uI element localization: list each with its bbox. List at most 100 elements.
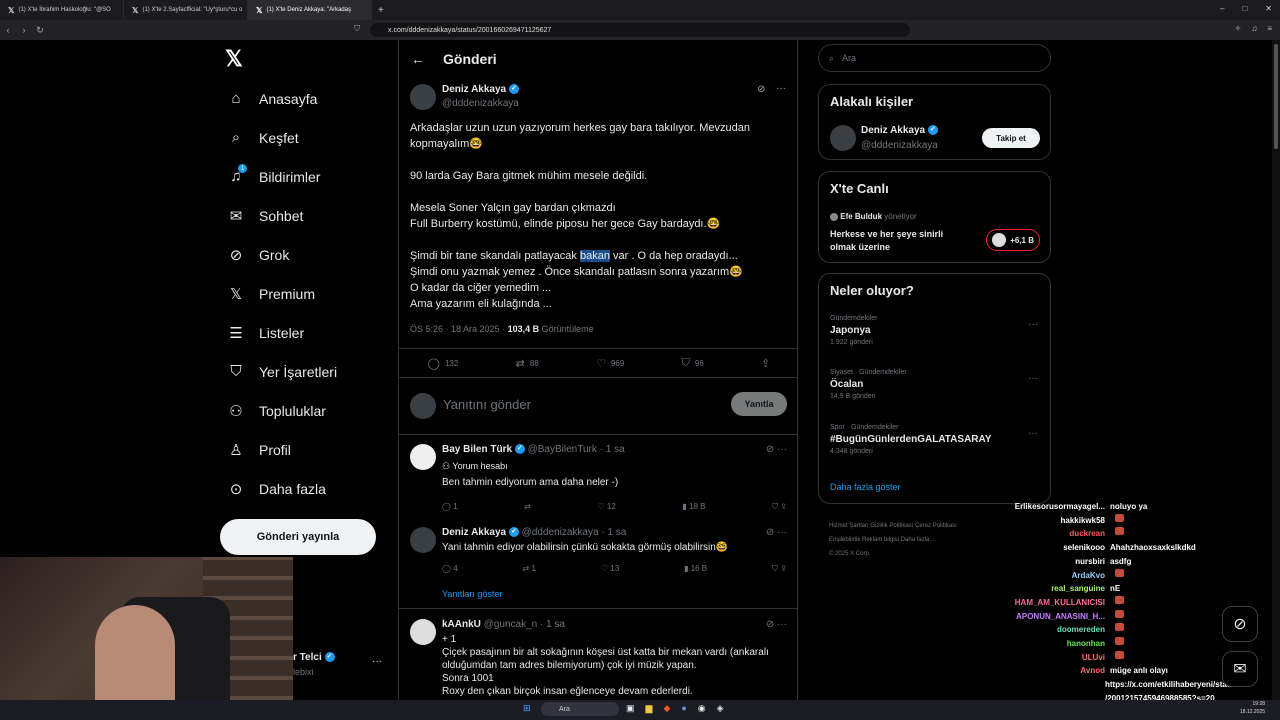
tweet-handle[interactable]: @dddenizakkaya	[442, 98, 519, 109]
reply-author[interactable]: Bay Bilen Türk ✓ @BayBilenTurk · 1 sa	[442, 444, 625, 455]
reply-input[interactable]: Yanıtını gönder	[443, 397, 531, 412]
comment-icon[interactable]: ◯ 4	[442, 564, 458, 574]
share-button[interactable]: ⇪	[761, 357, 770, 370]
show-replies-link[interactable]: Yanıtları göster	[442, 589, 502, 599]
mail-icon[interactable]: ✉	[1222, 651, 1258, 687]
avatar[interactable]	[830, 125, 856, 151]
reply-author[interactable]: Deniz Akkaya ✓ @dddenizakkaya · 1 sa	[442, 527, 626, 538]
like-button[interactable]: ♡ 969	[596, 357, 624, 370]
url-bar[interactable]: x.com/dddenizakkaya/status/2001660269471…	[370, 23, 910, 37]
bookmark-page-icon[interactable]: ⛉	[354, 24, 360, 34]
avatar[interactable]	[410, 84, 436, 110]
reply-tweet[interactable]: Bay Bilen Türk ✓ @BayBilenTurk · 1 sa ⊘ …	[399, 444, 797, 524]
sidebar-item-more[interactable]: ⊙ Daha fazla	[227, 480, 326, 498]
tweet-author[interactable]: Deniz Akkaya ✓	[442, 84, 519, 95]
app-icon[interactable]: ▣	[626, 703, 635, 714]
grok-icon[interactable]: ⊘	[757, 84, 765, 95]
heart-icon[interactable]: ♡ 12	[598, 502, 616, 512]
sidebar-item-grok[interactable]: ⊘ Grok	[227, 246, 290, 264]
views-icon[interactable]: ▮ 18 B	[682, 502, 705, 512]
reply-composer: Yanıtını gönder Yanıtla	[399, 380, 797, 435]
grok-icon[interactable]: ⊘	[1222, 606, 1258, 642]
more-options-icon[interactable]: ···	[372, 656, 382, 667]
x-logo-icon[interactable]: 𝕏	[225, 46, 243, 72]
puzzle-icon[interactable]: ✧	[1235, 24, 1242, 33]
sidebar-item-home[interactable]: ⌂ Anasayfa	[227, 90, 317, 107]
menu-icon[interactable]: ≡	[1267, 24, 1272, 33]
minimize-icon[interactable]: –	[1220, 4, 1224, 13]
live-listeners[interactable]: +6,1 B	[986, 229, 1040, 251]
new-tab-button[interactable]: +	[372, 5, 390, 16]
retweet-icon[interactable]: ⇄	[524, 502, 531, 512]
avatar[interactable]	[410, 527, 436, 553]
sidebar-item-profile[interactable]: ♙ Profil	[227, 441, 291, 459]
reply-button[interactable]: ◯ 132	[428, 357, 459, 370]
trend-item[interactable]: Siyaset · Gündemdekiler Öcalan 14,9 B gönd…	[830, 369, 1040, 400]
retweet-icon[interactable]: ⇄ 1	[523, 564, 536, 574]
music-icon[interactable]: ♫	[1251, 24, 1257, 33]
avatar[interactable]	[410, 444, 436, 470]
bookmark-icon[interactable]: ⛉ ⇪	[772, 564, 787, 574]
windows-icon[interactable]: ⊞	[523, 703, 531, 714]
back-icon[interactable]: ‹	[0, 25, 16, 35]
reload-icon[interactable]: ↻	[32, 25, 48, 36]
browser-icon[interactable]: ◆	[663, 703, 670, 714]
sidebar-item-explore[interactable]: ⌕ Keşfet	[227, 129, 299, 146]
reply-submit-button[interactable]: Yanıtla	[731, 392, 787, 416]
views-icon[interactable]: ▮ 16 B	[684, 564, 707, 574]
tweet-body: Arkadaşlar uzun uzun yazıyorum herkes ga…	[410, 120, 790, 328]
maximize-icon[interactable]: □	[1242, 4, 1247, 13]
sidebar-item-bookmarks[interactable]: ⛉ Yer İşaretleri	[227, 363, 337, 380]
follow-button[interactable]: Takip et	[982, 128, 1040, 148]
sidebar-item-notifications[interactable]: ♫ 1 Bildirimler	[227, 164, 320, 185]
comment-icon[interactable]: ◯ 1	[442, 502, 458, 512]
trend-item[interactable]: Spor · Gündemdekiler #BugünGünlerdenGALAT…	[830, 424, 1040, 455]
live-host[interactable]: Efe Bulduk yönetiyor	[830, 212, 917, 221]
chat-username: doomereden	[1056, 625, 1105, 635]
sidebar-item-lists[interactable]: ☰ Listeler	[227, 324, 304, 342]
emote-icon	[1115, 623, 1124, 632]
discord-icon[interactable]: ●	[681, 703, 686, 714]
folder-icon[interactable]: ▆	[646, 703, 653, 714]
avatar[interactable]	[410, 619, 436, 645]
close-icon[interactable]: ✕	[1265, 4, 1272, 13]
account-name[interactable]: r Telci ✓	[293, 652, 335, 663]
steam-icon[interactable]: ◉	[698, 703, 706, 714]
back-arrow-icon[interactable]: ←	[411, 51, 425, 67]
browser-tab-3[interactable]: 𝕏 (1) X'te Deniz Akkaya: "Arkadaş	[248, 0, 372, 20]
taskbar-search[interactable]: Ara	[541, 702, 619, 716]
live-topic[interactable]: Herkese ve her şeye sinirli olmak üzerin…	[830, 228, 970, 254]
more-options-icon[interactable]: ⊘ ···	[766, 527, 787, 538]
scrollbar-thumb[interactable]	[1274, 44, 1278, 149]
more-options-icon[interactable]: ···	[1028, 373, 1038, 384]
reply-author[interactable]: kAAnkU @guncak_n · 1 sa	[442, 619, 565, 630]
heart-icon: ♡	[596, 357, 606, 370]
bookmark-icon[interactable]: ⛉ ⇪	[772, 502, 787, 512]
browser-tab-1[interactable]: 𝕏 (1) X'te İbrahim Haskoloğlu: "@SO	[0, 0, 124, 20]
forward-icon[interactable]: ›	[16, 25, 32, 35]
post-button[interactable]: Gönderi yayınla	[220, 519, 376, 555]
retweet-button[interactable]: ⇄ 88	[516, 357, 539, 370]
page-title: Gönderi	[443, 51, 497, 67]
emote-icon	[1115, 595, 1124, 604]
related-name[interactable]: Deniz Akkaya ✓	[861, 125, 938, 136]
bookmark-button[interactable]: ⛉ 96	[682, 357, 704, 370]
sidebar-item-premium[interactable]: 𝕏 Premium	[227, 285, 315, 303]
more-options-icon[interactable]: ⊘ ···	[766, 619, 787, 630]
sidebar-item-communities[interactable]: ⚇ Topluluklar	[227, 402, 326, 420]
more-options-icon[interactable]: ···	[776, 83, 786, 94]
more-options-icon[interactable]: ⊘ ···	[766, 444, 787, 455]
trend-item[interactable]: Gündemdekiler Japonya 1.922 gönderi	[830, 315, 1040, 346]
more-options-icon[interactable]: ···	[1028, 428, 1038, 439]
address-row: ‹ › ↻ ⛉ x.com/dddenizakkaya/status/20016…	[0, 20, 1280, 40]
search-input[interactable]: ⌕ Ara	[818, 44, 1051, 72]
app-icon[interactable]: ◈	[717, 703, 724, 714]
browser-tab-2[interactable]: 𝕏 (1) X'te 2.Sayfacfficial: "Uy*şturu*cu …	[124, 0, 248, 20]
heart-icon[interactable]: ♡ 13	[601, 564, 619, 574]
reply-tweet[interactable]: Deniz Akkaya ✓ @dddenizakkaya · 1 sa ⊘ ·…	[399, 527, 797, 607]
chat-username	[985, 678, 1105, 692]
clock[interactable]: 19:28 18.12.2025	[1240, 700, 1265, 716]
more-options-icon[interactable]: ···	[1028, 319, 1038, 330]
sidebar-item-chat[interactable]: ✉ Sohbet	[227, 207, 304, 225]
show-more-link[interactable]: Daha fazla göster	[830, 482, 901, 492]
